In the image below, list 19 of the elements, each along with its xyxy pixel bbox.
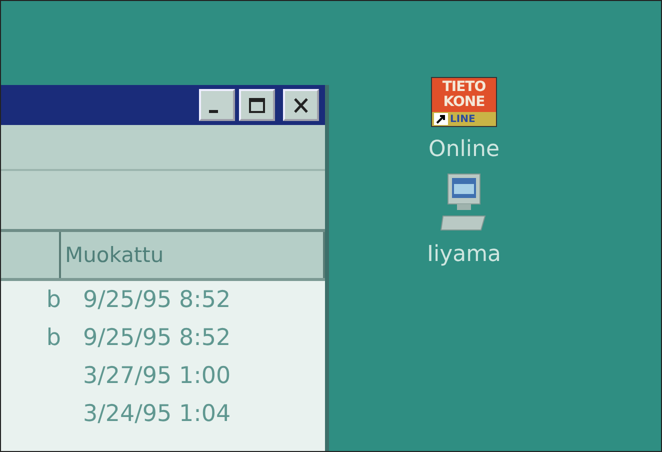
icon-label[interactable]: Online — [428, 137, 500, 162]
table-cell-text: b — [45, 325, 61, 351]
table-cell-text: 3/27/95 1:00 — [82, 363, 231, 389]
table-cell-text: 9/25/95 8:52 — [82, 287, 231, 313]
logo-text: TIETO — [442, 80, 486, 95]
close-button[interactable] — [283, 89, 319, 121]
minimize-icon — [208, 110, 218, 112]
logo-text: KONE — [443, 95, 485, 110]
minimize-button[interactable] — [199, 89, 235, 121]
column-header[interactable]: Muokattu — [61, 232, 325, 278]
shortcut-arrow-icon — [434, 113, 448, 125]
table-cell-text: 3/24/95 1:04 — [82, 401, 231, 427]
maximize-button[interactable] — [239, 89, 275, 121]
table-cell-text: b — [45, 287, 61, 313]
icon-label[interactable]: Iiyama — [426, 242, 501, 267]
logo-icon[interactable]: TIETO KONE LINE — [431, 77, 497, 127]
logo-text: LINE — [450, 114, 476, 124]
table-cell-text: 9/25/95 8:52 — [82, 325, 231, 351]
column-header[interactable] — [1, 232, 61, 278]
